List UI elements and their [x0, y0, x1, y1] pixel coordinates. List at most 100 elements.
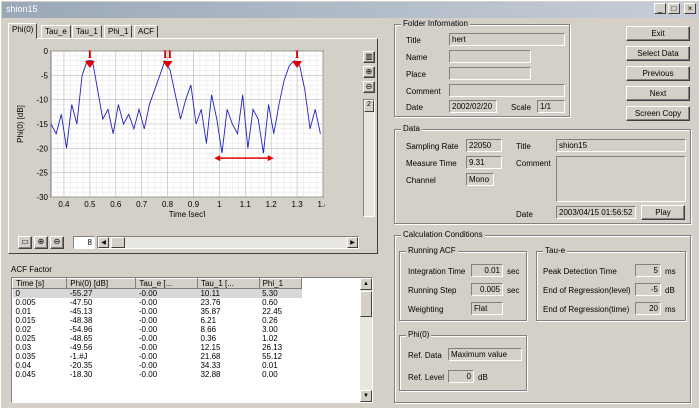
window-title: shion15 — [6, 4, 38, 14]
select-data-button[interactable]: Select Data — [626, 46, 690, 61]
main-window: shion15 _ □ × Phi(0) Tau_e Tau_1 Phi_1 A… — [0, 0, 700, 409]
table-row[interactable]: 0.045 -18.30 -0.00 32.88 0.00 — [13, 370, 302, 379]
table-cell: 0.01 — [262, 361, 278, 370]
screen-copy-button[interactable]: Screen Copy — [626, 106, 690, 121]
horizontal-scroll-thumb[interactable] — [111, 237, 125, 248]
minimize-icon[interactable]: _ — [654, 3, 666, 14]
table-cell: 0.01 — [15, 307, 32, 316]
tab-tau-e[interactable]: Tau_e — [41, 25, 71, 38]
table-cell: 10.11 — [200, 289, 220, 298]
table-cell: 0 — [15, 289, 20, 298]
column-header[interactable]: Time [s] — [12, 278, 68, 289]
running-step-label: Running Step — [408, 286, 457, 295]
group-title: Folder Information — [401, 19, 470, 28]
peak-unit: ms — [665, 267, 676, 276]
data-date-field: 2003/04/15 01:56:52 — [556, 206, 636, 219]
folder-scale-label: Scale — [511, 103, 532, 112]
tab-tau-1[interactable]: Tau_1 — [72, 25, 102, 38]
previous-button[interactable]: Previous — [626, 66, 690, 81]
weighting-label: Weighting — [408, 305, 444, 314]
table-cell: 3.00 — [262, 325, 278, 334]
x-tick-label: 0.7 — [136, 200, 148, 209]
weighting-field: Flat — [471, 302, 503, 315]
end-time-field: 20 — [635, 302, 661, 315]
ref-data-label: Ref. Data — [408, 351, 442, 360]
zoom-in-icon[interactable]: ⊕ — [363, 66, 375, 78]
group-title: Tau-e — [543, 246, 568, 255]
table-row[interactable]: 0.02 -54.96 -0.00 8.66 3.00 — [13, 325, 302, 334]
table-row[interactable]: 0.005 -47.50 -0.00 23.76 0.60 — [13, 298, 302, 307]
scroll-right-icon[interactable]: ▶ — [347, 237, 358, 248]
y-tick-label: -25 — [36, 169, 48, 178]
table-row[interactable]: 0.01 -45.13 -0.00 35.87 22.45 — [13, 307, 302, 316]
zoom-out-icon[interactable]: ⊖ — [363, 81, 375, 93]
next-button[interactable]: Next — [626, 86, 690, 101]
integration-time-label: Integration Time — [408, 267, 466, 276]
table-cell: 26.13 — [262, 343, 283, 352]
tab-phi-1[interactable]: Phi_1 — [104, 25, 133, 38]
acf-scroll-thumb[interactable] — [360, 291, 372, 317]
channel-label: Channel — [406, 176, 436, 185]
column-header[interactable]: Phi(0) [dB] — [66, 278, 137, 289]
table-cell: 0.02 — [15, 325, 32, 334]
layout-icon[interactable]: ▥ — [363, 51, 375, 63]
zoom-out-icon[interactable]: ⊖ — [50, 236, 64, 249]
x-tick-label: 0.9 — [188, 200, 200, 209]
y-tick-label: -5 — [41, 71, 49, 80]
table-cell: -18.30 — [69, 370, 93, 379]
x-axis-label: Time [sec] — [169, 210, 206, 217]
table-cell: 34.33 — [200, 361, 221, 370]
table-cell: 0.00 — [262, 370, 278, 379]
data-date-label: Date — [516, 210, 533, 219]
tab-label: Phi_1 — [108, 27, 129, 36]
folder-date-label: Date — [406, 103, 423, 112]
play-button[interactable]: Play — [641, 205, 685, 220]
zoom-in-icon[interactable]: ⊕ — [34, 236, 48, 249]
x-tick-label: 0.5 — [84, 200, 96, 209]
table-row[interactable]: 0.025 -48.65 -0.00 0.36 1.02 — [13, 334, 302, 343]
table-cell: 0.035 — [15, 352, 36, 361]
table-row[interactable]: 0 -55.27 -0.00 10.11 5.30 — [12, 288, 302, 298]
group-title: Running ACF — [406, 246, 458, 255]
vertical-scroll-thumb[interactable]: 2 — [364, 100, 374, 112]
column-header[interactable]: Tau_1 [... — [196, 278, 260, 289]
folder-place-label: Place — [406, 70, 427, 79]
scroll-down-icon[interactable]: ▼ — [360, 390, 372, 402]
folder-comment-field — [449, 84, 565, 97]
folder-place-field — [449, 67, 531, 80]
table-cell: -0.00 — [138, 289, 158, 298]
table-row[interactable]: 0.015 -48.38 -0.00 6.21 0.26 — [13, 316, 302, 325]
x-tick-label: 1.3 — [292, 200, 304, 209]
table-cell: -49.56 — [69, 343, 93, 352]
column-header[interactable]: Tau_e [... — [135, 278, 198, 289]
channel-field: Mono — [466, 173, 494, 186]
horizontal-scrollbar[interactable] — [97, 236, 359, 249]
table-row[interactable]: 0.03 -49.56 -0.00 12.15 26.13 — [13, 343, 302, 352]
tab-acf[interactable]: ACF — [134, 25, 158, 38]
zoom-level-field[interactable]: 8 — [73, 236, 95, 249]
layout-icon[interactable]: ▭ — [18, 236, 32, 249]
table-header-row: Time [s] Phi(0) [dB] Tau_e [... Tau_1 [... P… — [12, 278, 303, 289]
table-cell: 32.88 — [200, 370, 221, 379]
column-header[interactable]: Phi_1 — [258, 278, 303, 289]
table-cell: 12.15 — [200, 343, 221, 352]
table-cell: -48.65 — [69, 334, 93, 343]
table-row[interactable]: 0.035 -1.#J -0.00 21.68 55.12 — [13, 352, 302, 361]
maximize-icon[interactable]: □ — [668, 3, 680, 14]
table-cell: -1.#J — [69, 352, 88, 361]
table-cell: -0.00 — [138, 307, 158, 316]
y-tick-label: 0 — [44, 47, 49, 56]
scroll-left-icon[interactable]: ◀ — [98, 237, 109, 248]
table-row[interactable]: 0.04 -20.35 -0.00 34.33 0.01 — [13, 361, 302, 370]
tab-phi0[interactable]: Phi(0) — [8, 23, 38, 39]
table-cell: 0.26 — [262, 316, 278, 325]
close-icon[interactable]: × — [684, 3, 696, 14]
folder-title-field: hert — [449, 33, 565, 46]
exit-button[interactable]: Exit — [626, 26, 690, 41]
vertical-scrollbar[interactable] — [363, 99, 375, 217]
end-level-field: -5 — [635, 283, 661, 296]
table-cell: -0.00 — [138, 334, 158, 343]
table-cell: 0.60 — [262, 298, 278, 307]
scroll-up-icon[interactable]: ▲ — [360, 278, 372, 290]
table-cell: 21.68 — [200, 352, 221, 361]
